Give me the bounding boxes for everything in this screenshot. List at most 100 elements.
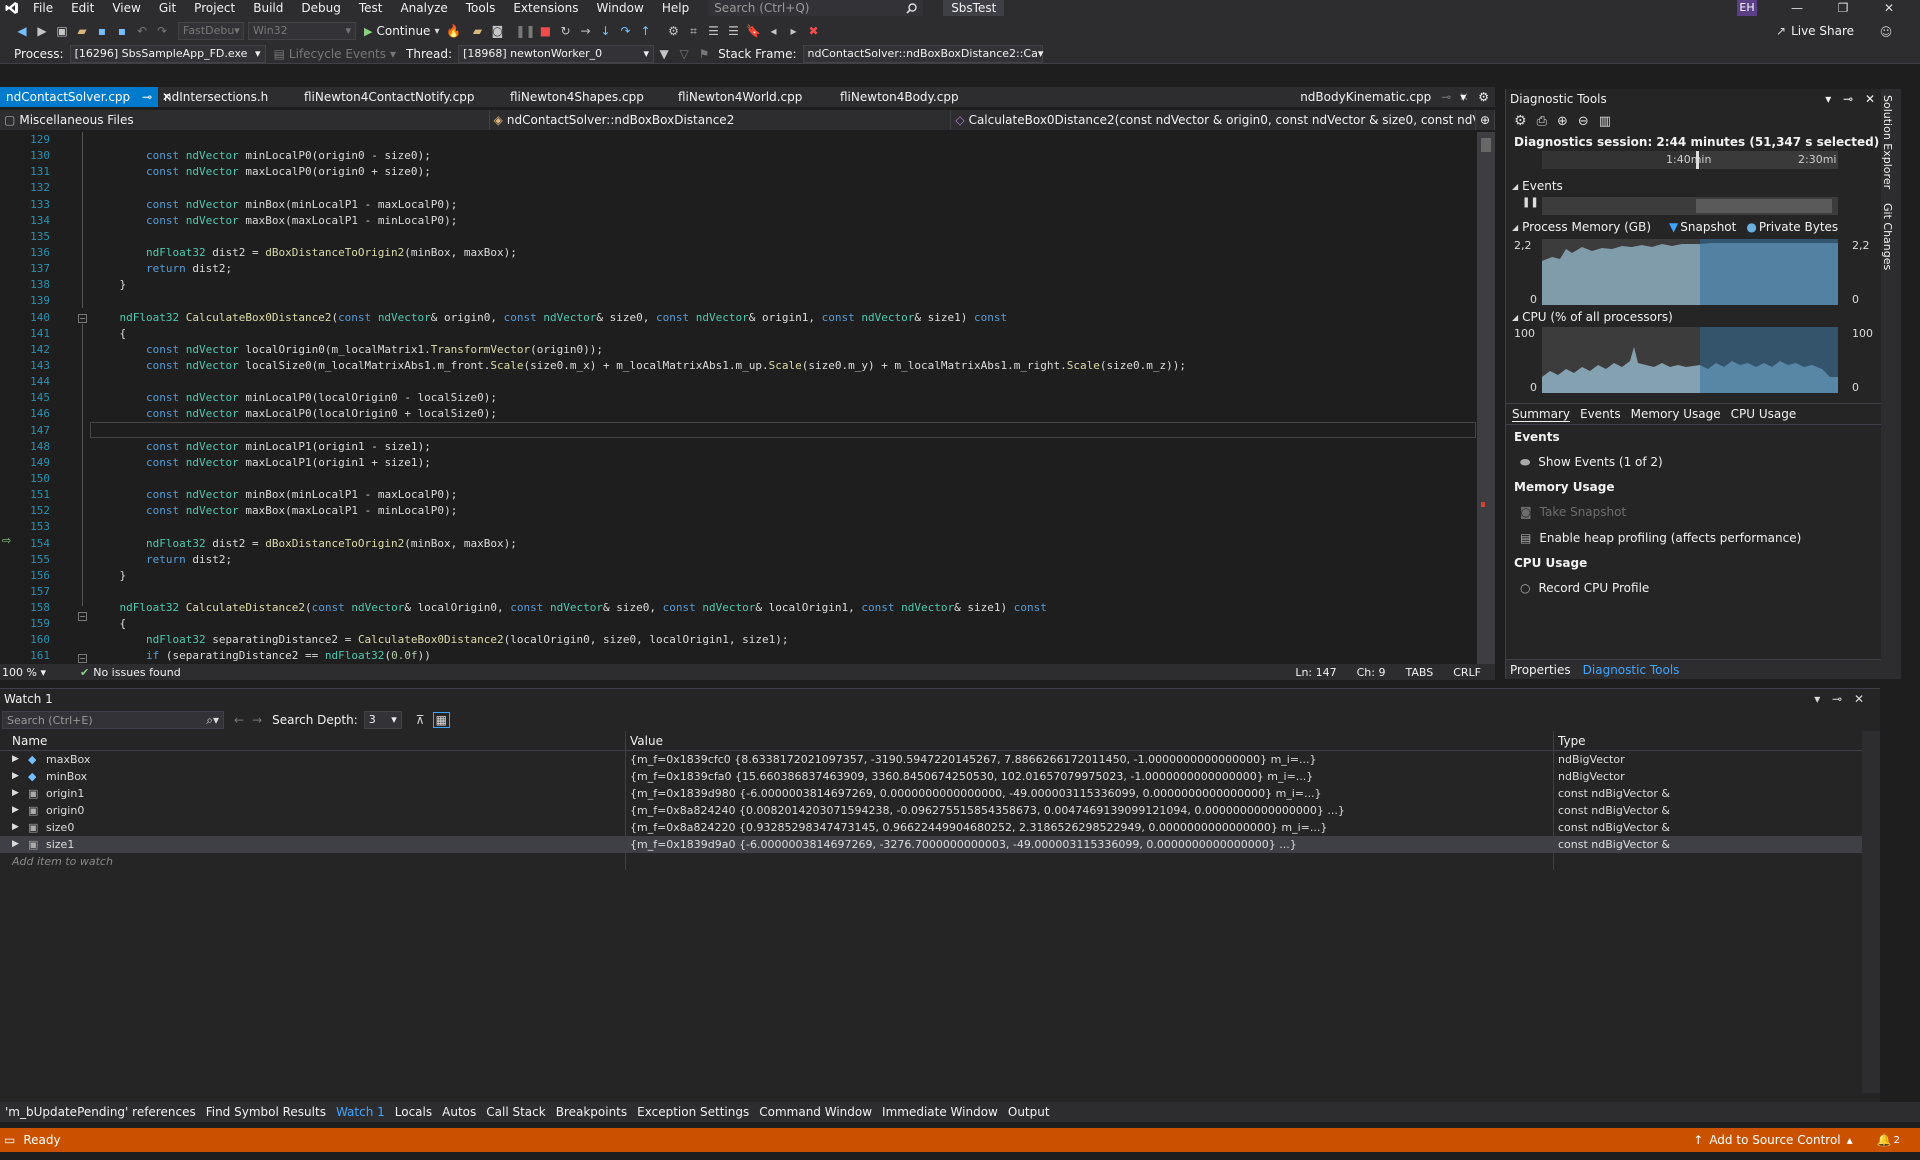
menu-file[interactable]: File	[24, 0, 62, 16]
collapse-icon[interactable]: −	[78, 612, 87, 621]
hex-display-icon[interactable]: ▦	[432, 712, 450, 728]
tab-exception-settings[interactable]: Exception Settings	[632, 1105, 754, 1119]
code-line[interactable]: 151 const ndVector minBox(minLocalP1 - m…	[0, 487, 1477, 503]
expand-arrow-icon[interactable]: ▶	[12, 751, 19, 768]
take-snapshot-link[interactable]: ◙ Take Snapshot	[1506, 499, 1881, 525]
outdent-icon[interactable]: ☰	[725, 23, 741, 39]
code-line[interactable]: 137 return dist2;	[0, 261, 1477, 277]
tab-watch-1[interactable]: Watch 1	[331, 1105, 390, 1119]
watch-value[interactable]: {m_f=0x1839cfc0 {8.6338172021097357, -31…	[630, 751, 1548, 768]
tab-flinewton4world[interactable]: fliNewton4World.cpp	[672, 87, 834, 107]
restart-icon[interactable]: ↻	[557, 23, 573, 39]
collapse-icon[interactable]: −	[78, 654, 87, 663]
watch-row-size0[interactable]: ▶ ▣ size0 {m_f=0x8a824220 {0.93285298347473…	[0, 819, 1862, 836]
menu-project[interactable]: Project	[185, 0, 244, 16]
process-dropdown[interactable]: [16296] SbsSampleApp_FD.exe ▾	[69, 45, 266, 63]
code-line[interactable]: 158 ndFloat32 CalculateDistance2(const n…	[0, 600, 1477, 616]
notifications-count[interactable]: 2	[1894, 1135, 1900, 1146]
code-line[interactable]: 148 const ndVector minLocalP1(origin1 - …	[0, 439, 1477, 455]
restore-icon[interactable]: ❐	[1820, 0, 1866, 16]
forward-navigation-icon[interactable]: ▶	[34, 23, 50, 39]
code-line[interactable]: 136 ndFloat32 dist2 = dBoxDistanceToOrig…	[0, 245, 1477, 261]
step-out-icon[interactable]: ↑	[637, 23, 653, 39]
redo-icon[interactable]: ↷	[154, 23, 170, 39]
show-next-statement-icon[interactable]: →	[577, 23, 593, 39]
save-icon[interactable]: ▪	[94, 23, 110, 39]
watch-search-input[interactable]: Search (Ctrl+E) ⌕▾	[2, 711, 224, 729]
thread-dropdown[interactable]: [18968] newtonWorker_0 ▾	[458, 45, 655, 63]
code-line[interactable]: 149 const ndVector maxLocalP1(origin1 + …	[0, 455, 1477, 471]
watch-row-maxbox[interactable]: ▶ ◆ maxBox {m_f=0x1839cfc0 {8.6338172021097…	[0, 751, 1862, 768]
tab-overflow-icon[interactable]: ▾	[1454, 87, 1472, 107]
code-line[interactable]: 130 const ndVector minLocalP0(origin0 - …	[0, 148, 1477, 164]
watch-row-size1[interactable]: ▶ ▣ size1 {m_f=0x1839d9a0 {-6.0000003814697…	[0, 836, 1862, 853]
chevron-down-icon[interactable]: ▾	[1825, 92, 1831, 106]
pin-icon[interactable]: ⊸	[142, 90, 152, 104]
expand-arrow-icon[interactable]: ▶	[12, 785, 19, 802]
expand-arrow-icon[interactable]: ▶	[12, 836, 19, 853]
watch-value[interactable]: {m_f=0x1839d980 {-6.0000003814697269, 0.…	[630, 785, 1548, 802]
code-line[interactable]: 152 const ndVector maxBox(maxLocalP1 - m…	[0, 503, 1477, 519]
step-into-icon[interactable]: ↓	[597, 23, 613, 39]
record-cpu-link[interactable]: ○ Record CPU Profile	[1506, 575, 1881, 601]
scope-dropdown[interactable]: ◈ ndContactSolver::ndBoxBoxDistance2	[490, 110, 952, 130]
user-avatar[interactable]: EH	[1737, 0, 1757, 16]
indent-icon[interactable]: ☰	[705, 23, 721, 39]
issues-status[interactable]: No issues found	[93, 666, 180, 679]
prev-bookmark-icon[interactable]: ◂	[765, 23, 781, 39]
pin-icon[interactable]: ⊸	[1441, 90, 1451, 104]
code-line[interactable]: 143 const ndVector localSize0(m_localMat…	[0, 358, 1477, 374]
filter-icon[interactable]: ▼	[656, 46, 672, 62]
code-line[interactable]: 159 {	[0, 616, 1477, 632]
chevron-down-icon[interactable]: ▾	[1814, 692, 1820, 706]
tab-summary[interactable]: Summary	[1512, 407, 1570, 422]
code-line[interactable]: 154 ndFloat32 dist2 = dBoxDistanceToOrig…	[0, 536, 1477, 552]
code-line[interactable]: 155 return dist2;	[0, 552, 1477, 568]
chevron-up-icon[interactable]: ▴	[1847, 1133, 1853, 1147]
step-over-icon[interactable]: ↷	[617, 23, 633, 39]
tab-references[interactable]: 'm_bUpdatePending' references	[0, 1105, 201, 1119]
thread-icon[interactable]: ⌗	[685, 23, 701, 39]
code-line[interactable]: 131 const ndVector maxLocalP0(origin0 + …	[0, 164, 1477, 180]
tab-output[interactable]: Output	[1003, 1105, 1055, 1119]
expand-arrow-icon[interactable]: ▶	[12, 768, 19, 785]
code-line[interactable]: 145 const ndVector minLocalP0(localOrigi…	[0, 390, 1477, 406]
undo-icon[interactable]: ↶	[134, 23, 150, 39]
heap-profiling-link[interactable]: ▤ Enable heap profiling (affects perform…	[1506, 525, 1881, 551]
code-line[interactable]: 135	[0, 229, 1477, 245]
menu-tools[interactable]: Tools	[457, 0, 505, 16]
feedback-icon[interactable]: ☺	[1878, 24, 1894, 40]
tab-breakpoints[interactable]: Breakpoints	[551, 1105, 632, 1119]
pause-icon[interactable]: ❚❚	[515, 23, 535, 39]
watch-row-origin1[interactable]: ▶ ▣ origin1 {m_f=0x1839d980 {-6.00000038146…	[0, 785, 1862, 802]
continue-button[interactable]: ▶ Continue ▾	[364, 24, 439, 38]
pause-events-icon[interactable]: ❚❚	[1522, 197, 1539, 208]
code-line[interactable]: 141 {	[0, 326, 1477, 342]
tab-settings-icon[interactable]: ⚙	[1472, 87, 1495, 107]
next-bookmark-icon[interactable]: ▸	[785, 23, 801, 39]
live-share-button[interactable]: ↗ Live Share	[1776, 22, 1854, 40]
tab-call-stack[interactable]: Call Stack	[481, 1105, 550, 1119]
visual-studio-logo-icon[interactable]	[0, 0, 24, 16]
flag-icon[interactable]: ⚑	[696, 46, 712, 62]
menu-extensions[interactable]: Extensions	[504, 0, 587, 16]
filter-flag-icon[interactable]: ▽	[676, 46, 692, 62]
lifecycle-events-button[interactable]: ▤ Lifecycle Events ▾	[274, 47, 396, 61]
notifications-bell-icon[interactable]: 🔔	[1877, 1133, 1892, 1147]
tab-diagnostic-tools[interactable]: Diagnostic Tools	[1583, 663, 1680, 677]
code-line[interactable]: 144	[0, 374, 1477, 390]
editor-vertical-scrollbar[interactable]	[1477, 132, 1495, 664]
expand-arrow-icon[interactable]: ▶	[12, 802, 19, 819]
tab-immediate-window[interactable]: Immediate Window	[877, 1105, 1003, 1119]
menu-build[interactable]: Build	[244, 0, 292, 16]
column-number[interactable]: Ch: 9	[1357, 666, 1386, 679]
export-icon[interactable]: ⎙	[1537, 114, 1547, 129]
code-line[interactable]: 132	[0, 180, 1477, 196]
zoom-dropdown[interactable]: 100 % ▾	[2, 666, 60, 679]
code-line[interactable]: 133 const ndVector minBox(minLocalP1 - m…	[0, 197, 1477, 213]
close-window-icon[interactable]: ✕	[1866, 0, 1912, 16]
tab-ndbodykinematic[interactable]: ndBodyKinematic.cpp ⊸ ✕	[1294, 87, 1469, 107]
menu-analyze[interactable]: Analyze	[391, 0, 456, 16]
tab-flinewton4shapes[interactable]: fliNewton4Shapes.cpp	[504, 87, 672, 107]
code-line[interactable]: 129	[0, 132, 1477, 148]
